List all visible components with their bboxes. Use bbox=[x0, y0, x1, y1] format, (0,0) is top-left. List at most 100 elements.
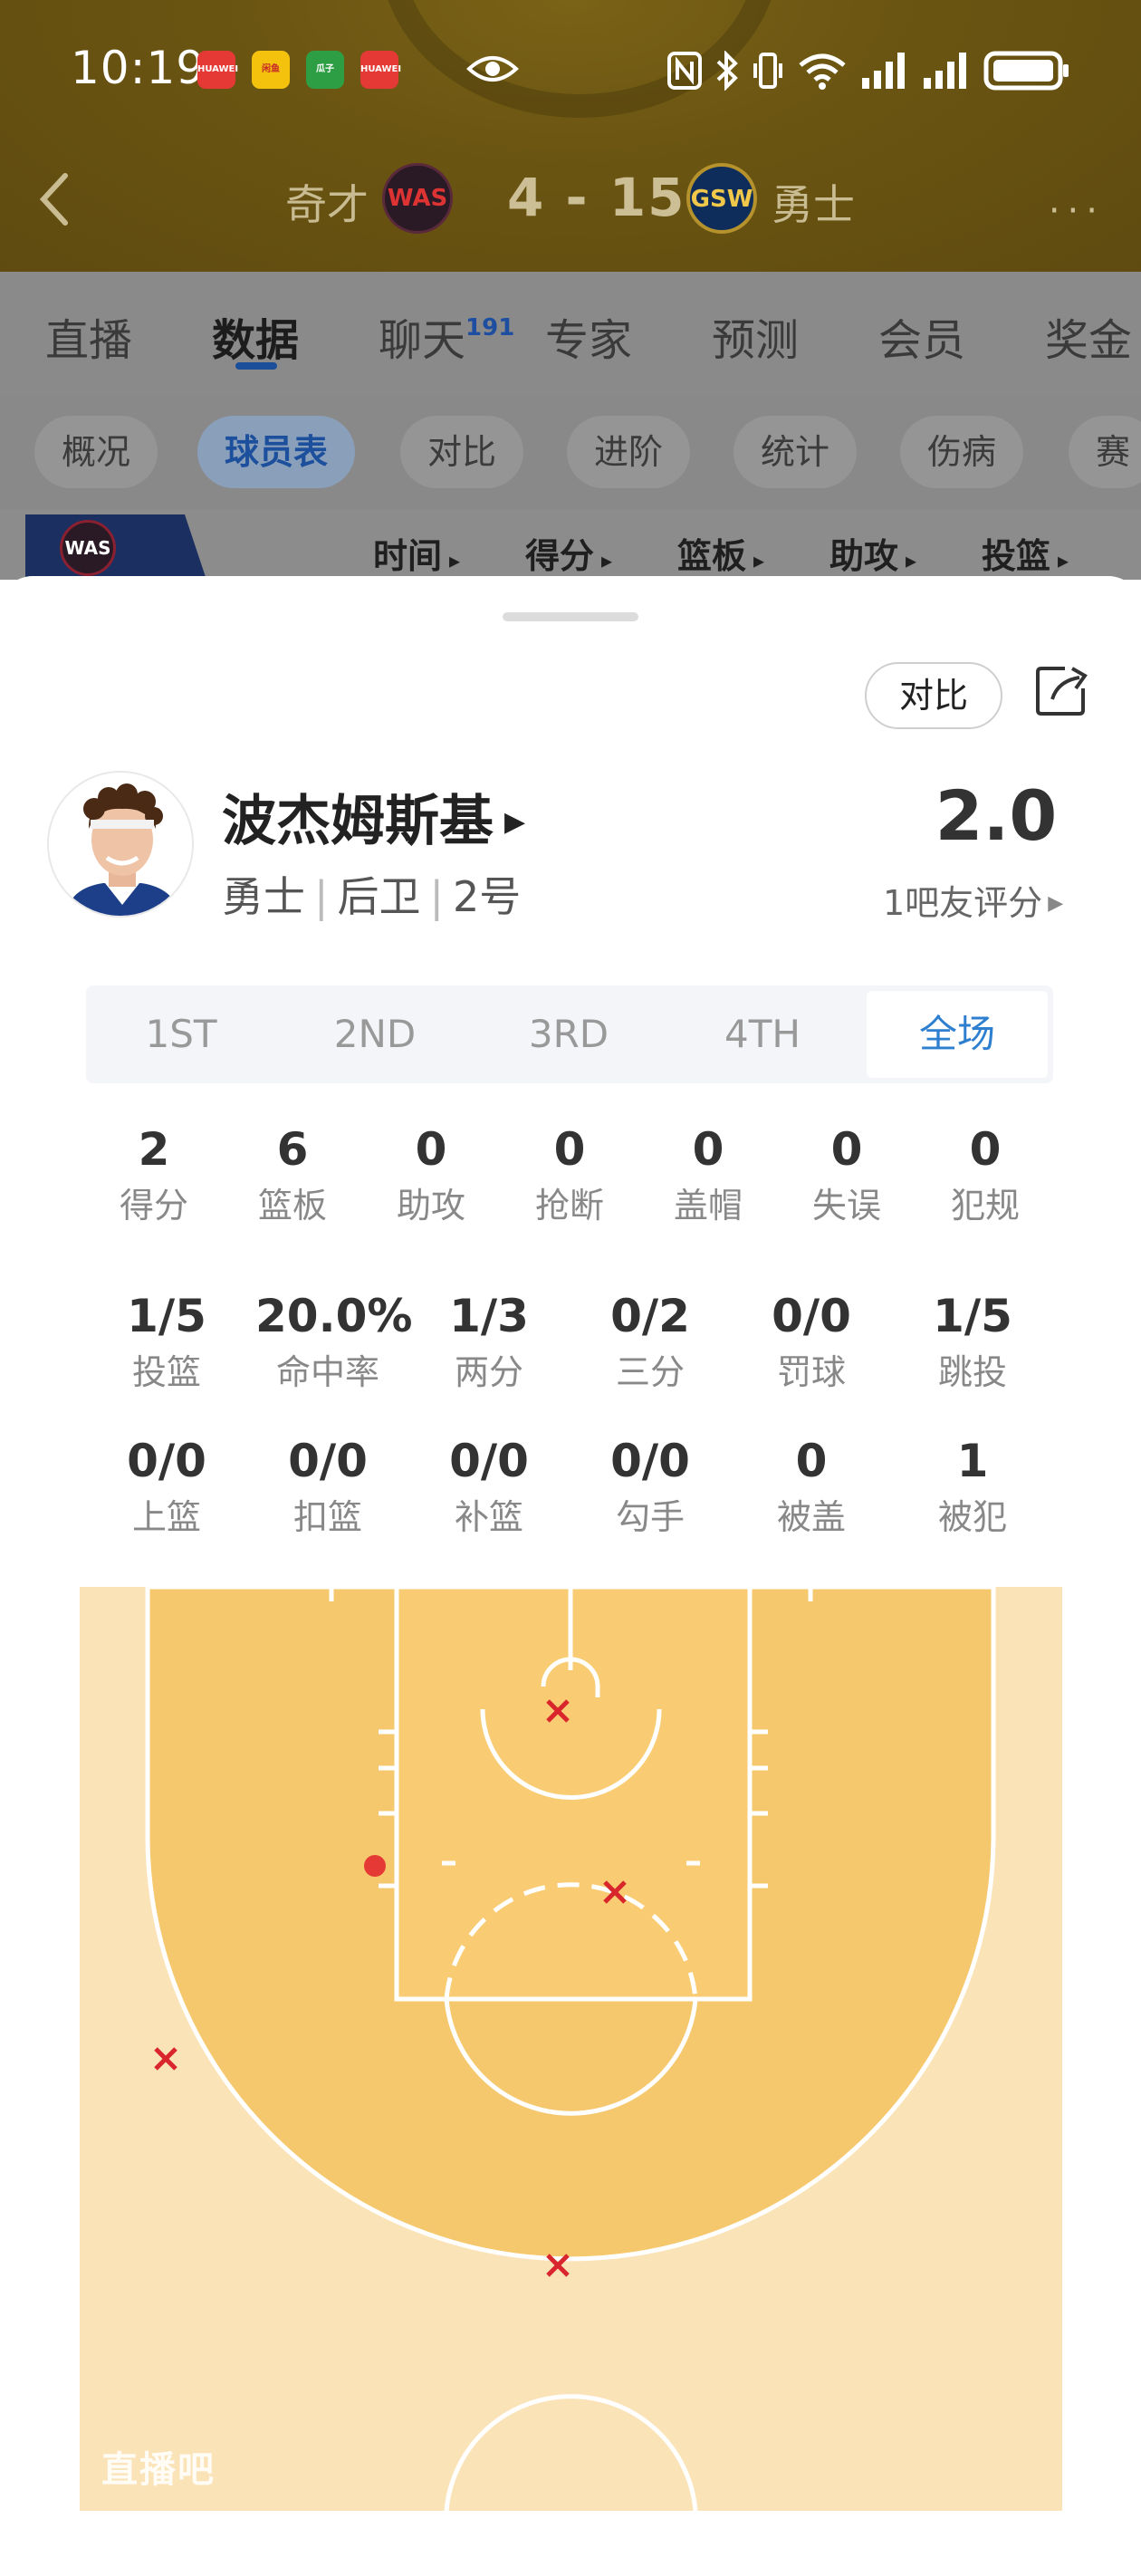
stat-value: 0 bbox=[969, 1123, 1002, 1176]
divider: | bbox=[314, 872, 329, 921]
bluetooth-icon bbox=[716, 51, 738, 91]
away-team-name[interactable]: 勇士 bbox=[772, 172, 855, 232]
chip-stats[interactable]: 统计 bbox=[734, 416, 858, 488]
made-shot-marker[interactable] bbox=[364, 1855, 386, 1877]
stat-blocks: 0 盖帽 bbox=[636, 1123, 781, 1227]
sort-arrow-icon: ▸ bbox=[601, 548, 613, 573]
sub-tabs: 概况 球员表 对比 进阶 统计 伤病 赛 bbox=[0, 394, 1141, 510]
stat-assists: 0 助攻 bbox=[359, 1123, 503, 1227]
period-4th[interactable]: 4TH bbox=[667, 985, 858, 1083]
shot-chart bbox=[80, 1587, 1062, 2511]
stat-label: 命中率 bbox=[275, 1352, 379, 1392]
stat-label: 失误 bbox=[811, 1186, 881, 1226]
status-bar: 10:19 HUAWEI 闲鱼 瓜子 HUAWEI bbox=[0, 36, 1141, 109]
period-3rd[interactable]: 3RD bbox=[474, 985, 664, 1083]
stat-fg: 1/5 投篮 bbox=[94, 1290, 239, 1394]
stat-jumpshot: 1/5 跳投 bbox=[900, 1290, 1045, 1394]
drag-handle[interactable] bbox=[503, 612, 638, 621]
stat-label: 抢断 bbox=[534, 1186, 604, 1226]
stat-dunk: 0/0 扣篮 bbox=[255, 1435, 400, 1539]
home-team-name[interactable]: 奇才 bbox=[285, 172, 369, 232]
watermark-logo: 直播吧 bbox=[101, 2449, 216, 2491]
match-nav: 奇才 WAS 4 - 15 GSW 勇士 ··· bbox=[0, 154, 1141, 245]
player-avatar[interactable] bbox=[47, 771, 194, 918]
period-1st[interactable]: 1ST bbox=[86, 985, 276, 1083]
stat-value: 0/0 bbox=[127, 1435, 206, 1487]
stat-value: 6 bbox=[276, 1123, 309, 1176]
tab-chat[interactable]: 聊天191 bbox=[379, 304, 514, 368]
eye-icon bbox=[466, 56, 519, 82]
sort-arrow-icon: ▸ bbox=[449, 548, 461, 573]
stat-blocked: 0 被盖 bbox=[739, 1435, 884, 1539]
player-name-text: 波杰姆斯基 bbox=[222, 790, 494, 853]
chip-player-table[interactable]: 球员表 bbox=[197, 416, 356, 488]
player-number: 2号 bbox=[453, 872, 522, 921]
chat-count-badge: 191 bbox=[465, 314, 515, 341]
player-photo bbox=[49, 773, 192, 916]
stat-label: 补篮 bbox=[454, 1497, 523, 1537]
stat-value: 1/5 bbox=[933, 1290, 1012, 1342]
table-header: WAS 时间 ▸ 得分 ▸ 篮板 ▸ 助攻 ▸ 投篮 ▸ bbox=[0, 510, 1141, 580]
active-tab-indicator bbox=[235, 362, 277, 370]
match-score: 4 - 15 bbox=[507, 167, 686, 228]
period-selector: 1ST 2ND 3RD 4TH 全场 bbox=[86, 985, 1053, 1083]
col-points-label: 得分 bbox=[525, 536, 595, 576]
stat-layup: 0/0 上篮 bbox=[94, 1435, 239, 1539]
background-page: 10:19 HUAWEI 闲鱼 瓜子 HUAWEI 奇才 WAS 4 - 15 … bbox=[0, 0, 1141, 580]
tab-live[interactable]: 直播 bbox=[45, 304, 132, 368]
away-team-logo[interactable]: GSW bbox=[686, 163, 757, 234]
stat-value: 20.0% bbox=[255, 1290, 413, 1342]
stat-label: 扣篮 bbox=[292, 1497, 362, 1537]
col-points[interactable]: 得分 ▸ bbox=[525, 528, 612, 578]
stat-value: 2 bbox=[138, 1123, 170, 1176]
compare-button[interactable]: 对比 bbox=[865, 662, 1002, 729]
app-badge-guazi: 瓜子 bbox=[306, 51, 344, 89]
stat-label: 犯规 bbox=[950, 1186, 1020, 1226]
period-full-game[interactable]: 全场 bbox=[867, 991, 1048, 1078]
battery-icon bbox=[983, 51, 1069, 91]
col-fg[interactable]: 投篮 ▸ bbox=[982, 528, 1069, 578]
chip-advanced[interactable]: 进阶 bbox=[567, 416, 691, 488]
chip-schedule[interactable]: 赛 bbox=[1069, 416, 1141, 488]
chip-compare[interactable]: 对比 bbox=[400, 416, 524, 488]
chip-injury[interactable]: 伤病 bbox=[900, 416, 1024, 488]
tab-prize[interactable]: 奖金 bbox=[1045, 304, 1132, 368]
period-2nd[interactable]: 2ND bbox=[280, 985, 470, 1083]
fan-rating-link[interactable]: 1吧友评分 ▶ bbox=[883, 875, 1063, 925]
col-rebounds[interactable]: 篮板 ▸ bbox=[677, 528, 764, 578]
stat-value: 0/0 bbox=[449, 1435, 529, 1487]
tab-chat-label: 聊天 bbox=[379, 315, 466, 366]
chip-overview[interactable]: 概况 bbox=[34, 416, 158, 488]
home-team-logo[interactable]: WAS bbox=[382, 163, 453, 234]
stat-value: 0 bbox=[795, 1435, 828, 1487]
player-team: 勇士 bbox=[222, 872, 305, 921]
caret-right-icon: ▶ bbox=[504, 806, 526, 838]
stat-hook: 0/0 勾手 bbox=[578, 1435, 723, 1539]
fan-rating-value: 2.0 bbox=[935, 775, 1058, 856]
app-badge-xianyu: 闲鱼 bbox=[252, 51, 290, 89]
stat-value: 1/5 bbox=[127, 1290, 206, 1342]
more-options-icon[interactable]: ··· bbox=[1049, 190, 1105, 232]
player-name[interactable]: 波杰姆斯基 ▶ bbox=[222, 777, 525, 856]
tab-prediction[interactable]: 预测 bbox=[712, 304, 799, 368]
back-arrow-icon[interactable] bbox=[36, 170, 72, 228]
stat-value: 0/0 bbox=[772, 1290, 851, 1342]
tab-expert[interactable]: 专家 bbox=[545, 304, 632, 368]
stat-label: 投篮 bbox=[131, 1352, 201, 1392]
tab-member[interactable]: 会员 bbox=[878, 304, 965, 368]
stat-3pt: 0/2 三分 bbox=[578, 1290, 723, 1394]
share-icon[interactable] bbox=[1032, 661, 1090, 719]
col-fg-label: 投篮 bbox=[982, 536, 1051, 576]
tab-data[interactable]: 数据 bbox=[212, 304, 299, 368]
col-assists[interactable]: 助攻 ▸ bbox=[829, 528, 916, 578]
clock: 10:19 bbox=[71, 42, 206, 94]
col-rebounds-label: 篮板 bbox=[677, 536, 747, 576]
app-badge-huawei-2: HUAWEI bbox=[360, 51, 401, 89]
stat-fouls: 0 犯规 bbox=[913, 1123, 1058, 1227]
col-time[interactable]: 时间 ▸ bbox=[373, 528, 460, 578]
stat-label: 盖帽 bbox=[673, 1186, 743, 1226]
nfc-icon bbox=[667, 52, 702, 90]
stat-rebounds: 6 篮板 bbox=[220, 1123, 365, 1227]
stat-steals: 0 抢断 bbox=[497, 1123, 642, 1227]
stat-turnovers: 0 失误 bbox=[774, 1123, 919, 1227]
